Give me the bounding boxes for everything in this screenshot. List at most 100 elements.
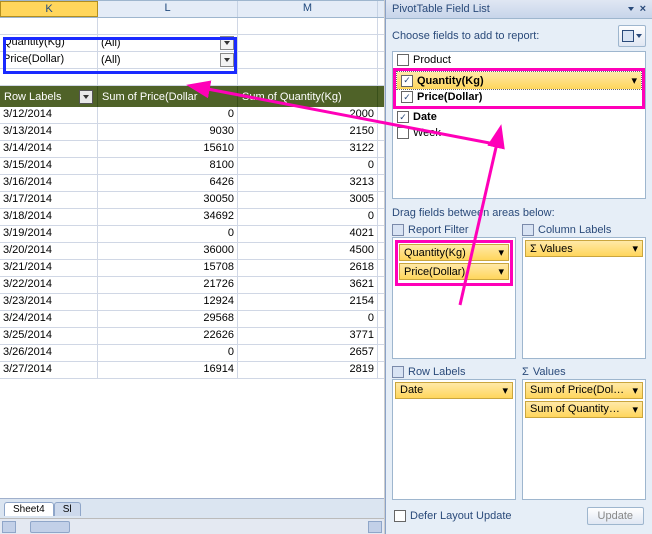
cell-date[interactable]: 3/20/2014: [0, 243, 98, 259]
cell-qty[interactable]: 2618: [238, 260, 378, 276]
cell-date[interactable]: 3/24/2014: [0, 311, 98, 327]
cell-date[interactable]: 3/22/2014: [0, 277, 98, 293]
cell-qty[interactable]: 2819: [238, 362, 378, 378]
pill-quantity[interactable]: Quantity(Kg)▾: [399, 244, 509, 261]
filter-dropdown-icon[interactable]: [220, 36, 234, 50]
field-item-date[interactable]: ✓ Date: [393, 109, 645, 125]
table-row[interactable]: 3/24/2014295680: [0, 311, 384, 328]
cell-qty[interactable]: 2150: [238, 124, 378, 140]
cell-date[interactable]: 3/14/2014: [0, 141, 98, 157]
scroll-thumb[interactable]: [30, 521, 70, 533]
cell-price[interactable]: 15708: [98, 260, 238, 276]
table-row[interactable]: 3/17/2014300503005: [0, 192, 384, 209]
drop-report-filter[interactable]: Quantity(Kg)▾ Price(Dollar)▾: [392, 237, 516, 359]
cell-date[interactable]: 3/16/2014: [0, 175, 98, 191]
layout-options-button[interactable]: [618, 25, 646, 47]
pill-values[interactable]: Σ Values▾: [525, 240, 643, 257]
checkbox-unchecked[interactable]: [394, 510, 406, 522]
table-row[interactable]: 3/25/2014226263771: [0, 328, 384, 345]
cell-price[interactable]: 12924: [98, 294, 238, 310]
cell-price[interactable]: 9030: [98, 124, 238, 140]
table-row[interactable]: 3/23/2014129242154: [0, 294, 384, 311]
cell-price[interactable]: 0: [98, 345, 238, 361]
scroll-right-icon[interactable]: [368, 521, 382, 533]
cell-qty[interactable]: 0: [238, 311, 378, 327]
sheet-tab-active[interactable]: Sheet4: [4, 502, 54, 516]
cell-qty[interactable]: 0: [238, 158, 378, 174]
update-button[interactable]: Update: [587, 507, 644, 525]
drop-row-labels[interactable]: Date▾: [392, 379, 516, 501]
cell-date[interactable]: 3/26/2014: [0, 345, 98, 361]
pill-sum-quantity[interactable]: Sum of Quantity…▾: [525, 401, 643, 418]
cell-price[interactable]: 0: [98, 107, 238, 123]
panel-titlebar[interactable]: PivotTable Field List ×: [386, 0, 652, 19]
table-row[interactable]: 3/22/2014217263621: [0, 277, 384, 294]
close-icon[interactable]: ×: [640, 3, 646, 15]
checkbox-checked[interactable]: ✓: [397, 111, 409, 123]
cell-price[interactable]: 29568: [98, 311, 238, 327]
cell-qty[interactable]: 4021: [238, 226, 378, 242]
field-item-week[interactable]: Week: [393, 125, 645, 141]
cell-date[interactable]: 3/25/2014: [0, 328, 98, 344]
table-row[interactable]: 3/18/2014346920: [0, 209, 384, 226]
cell-price[interactable]: 22626: [98, 328, 238, 344]
table-row[interactable]: 3/14/2014156103122: [0, 141, 384, 158]
cell-qty[interactable]: 3771: [238, 328, 378, 344]
cell-price[interactable]: 34692: [98, 209, 238, 225]
checkbox-checked[interactable]: ✓: [401, 75, 413, 87]
defer-layout-checkbox[interactable]: Defer Layout Update: [394, 510, 512, 522]
cell-qty[interactable]: 2000: [238, 107, 378, 123]
checkbox-unchecked[interactable]: [397, 127, 409, 139]
cell-date[interactable]: 3/23/2014: [0, 294, 98, 310]
cell-price[interactable]: 0: [98, 226, 238, 242]
cell-price[interactable]: 8100: [98, 158, 238, 174]
table-row[interactable]: 3/20/2014360004500: [0, 243, 384, 260]
cell-price[interactable]: 15610: [98, 141, 238, 157]
pill-sum-price[interactable]: Sum of Price(Dol…▾: [525, 382, 643, 399]
cell-price[interactable]: 30050: [98, 192, 238, 208]
cell-qty[interactable]: 3213: [238, 175, 378, 191]
cell-date[interactable]: 3/27/2014: [0, 362, 98, 378]
field-item-quantity[interactable]: ✓ Quantity(Kg) ▾: [397, 72, 641, 89]
field-item-price[interactable]: ✓ Price(Dollar): [397, 89, 641, 105]
cell-qty[interactable]: 2657: [238, 345, 378, 361]
scroll-left-icon[interactable]: [2, 521, 16, 533]
pill-price[interactable]: Price(Dollar)▾: [399, 263, 509, 280]
cell-qty[interactable]: 3122: [238, 141, 378, 157]
cell-qty[interactable]: 3005: [238, 192, 378, 208]
column-header-m[interactable]: M: [238, 1, 378, 17]
table-row[interactable]: 3/27/2014169142819: [0, 362, 384, 379]
cell-date[interactable]: 3/19/2014: [0, 226, 98, 242]
table-row[interactable]: 3/15/201481000: [0, 158, 384, 175]
cell-qty[interactable]: 0: [238, 209, 378, 225]
filter-dropdown-icon[interactable]: [220, 53, 234, 67]
table-row[interactable]: 3/19/201404021: [0, 226, 384, 243]
pill-date[interactable]: Date▾: [395, 382, 513, 399]
cell-qty[interactable]: 2154: [238, 294, 378, 310]
column-header-l[interactable]: L: [98, 1, 238, 17]
cell-date[interactable]: 3/17/2014: [0, 192, 98, 208]
cell-price[interactable]: 6426: [98, 175, 238, 191]
table-row[interactable]: 3/12/201402000: [0, 107, 384, 124]
cell-price[interactable]: 16914: [98, 362, 238, 378]
rowlabels-dropdown-icon[interactable]: [79, 90, 93, 104]
drop-column-labels[interactable]: Σ Values▾: [522, 237, 646, 359]
pivot-header-rowlabels[interactable]: Row Labels: [0, 86, 98, 107]
cell-price[interactable]: 21726: [98, 277, 238, 293]
cell-price[interactable]: 36000: [98, 243, 238, 259]
horizontal-scrollbar[interactable]: [0, 518, 384, 534]
checkbox-checked[interactable]: ✓: [401, 91, 413, 103]
sheet-tab[interactable]: Sl: [54, 502, 81, 516]
checkbox-unchecked[interactable]: [397, 54, 409, 66]
cell-date[interactable]: 3/15/2014: [0, 158, 98, 174]
cell-date[interactable]: 3/12/2014: [0, 107, 98, 123]
table-row[interactable]: 3/21/2014157082618: [0, 260, 384, 277]
cell-qty[interactable]: 4500: [238, 243, 378, 259]
table-row[interactable]: 3/13/201490302150: [0, 124, 384, 141]
cell-qty[interactable]: 3621: [238, 277, 378, 293]
table-row[interactable]: 3/26/201402657: [0, 345, 384, 362]
cell-date[interactable]: 3/18/2014: [0, 209, 98, 225]
table-row[interactable]: 3/16/201464263213: [0, 175, 384, 192]
chevron-down-icon[interactable]: ▾: [631, 74, 637, 87]
chevron-down-icon[interactable]: [628, 7, 634, 11]
